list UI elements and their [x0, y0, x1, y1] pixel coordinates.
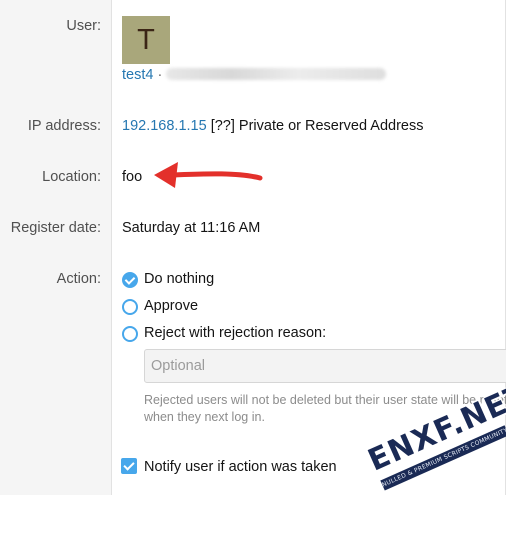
location-value: foo: [122, 169, 143, 185]
ip-qualifier: [??]: [210, 118, 235, 134]
ip-address-label: IP address:: [27, 118, 101, 134]
approve-label[interactable]: Approve: [144, 298, 198, 314]
location-label: Location:: [42, 169, 101, 185]
reject-label[interactable]: Reject with rejection reason:: [144, 325, 326, 341]
register-date-value: Saturday at 11:16 AM: [122, 220, 261, 236]
label-column: [0, 0, 112, 495]
avatar-letter: T: [137, 23, 155, 56]
action-label: Action:: [56, 271, 101, 287]
user-label: User:: [66, 18, 101, 34]
notify-user-checkbox[interactable]: [121, 458, 137, 474]
approve-radio[interactable]: [122, 299, 138, 315]
username-link[interactable]: test4: [122, 67, 153, 83]
redacted-email: [166, 68, 386, 80]
identity-separator: ·: [157, 67, 163, 83]
ip-description: Private or Reserved Address: [238, 118, 424, 134]
do-nothing-radio[interactable]: [122, 272, 138, 288]
avatar[interactable]: T: [122, 16, 170, 64]
ip-address-value: 192.168.1.15 [??] Private or Reserved Ad…: [122, 118, 423, 134]
user-identity: test4 ·: [122, 67, 162, 83]
red-arrow-icon: [154, 162, 263, 188]
do-nothing-label[interactable]: Do nothing: [144, 271, 214, 287]
register-date-label: Register date:: [10, 220, 101, 236]
notify-user-label[interactable]: Notify user if action was taken: [144, 459, 337, 475]
reject-radio[interactable]: [122, 326, 138, 342]
ip-link[interactable]: 192.168.1.15: [122, 118, 207, 134]
